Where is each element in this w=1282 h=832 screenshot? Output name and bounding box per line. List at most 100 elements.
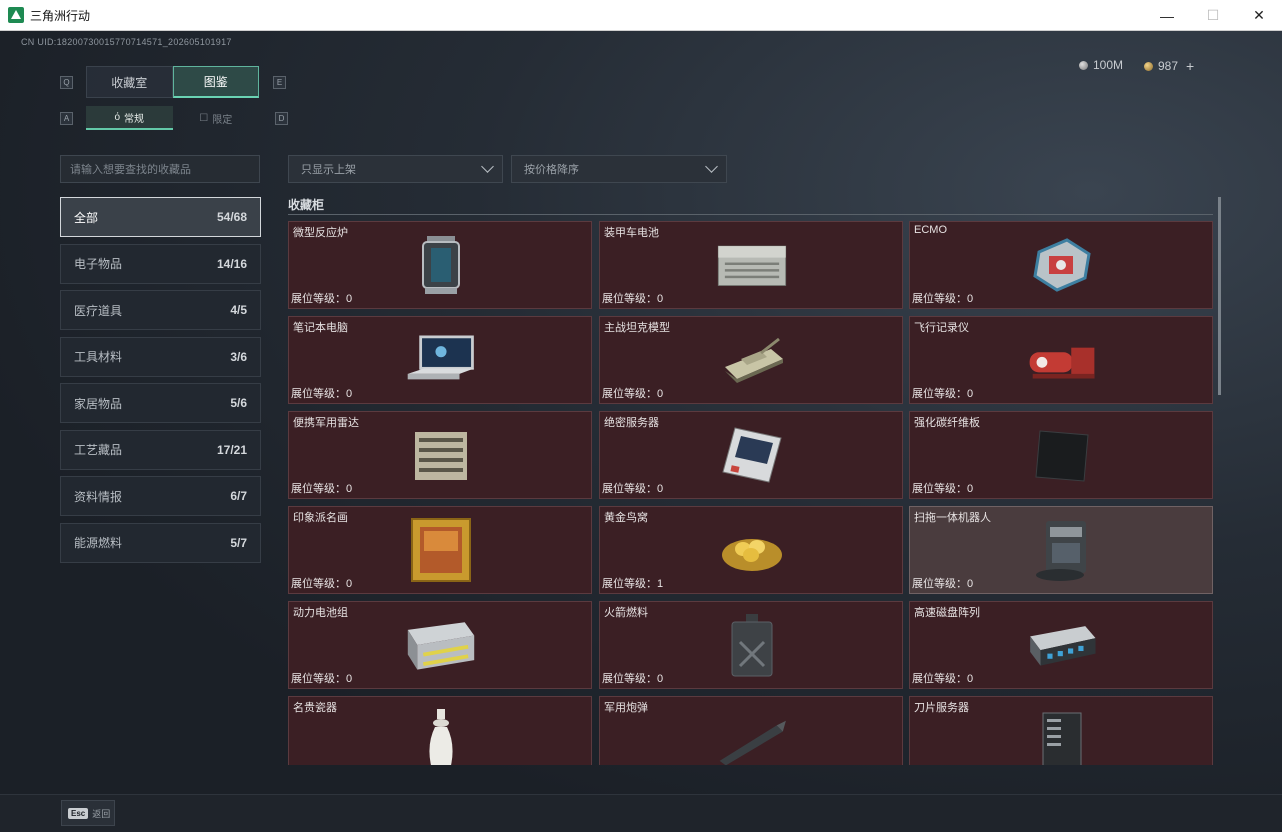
collection-card[interactable]: 笔记本电脑 展位等级：0 (288, 316, 592, 404)
category-item-electronics[interactable]: 电子物品 14/16 (60, 243, 261, 284)
server-board-icon (715, 422, 789, 488)
category-count: 14/16 (216, 256, 247, 271)
item-name: 笔记本电脑 (293, 322, 348, 334)
category-label: 医疗道具 (74, 303, 123, 318)
item-level: 展位等级：0 (912, 578, 974, 590)
collection-card[interactable]: ECMO 展位等级：0 (909, 221, 1213, 309)
item-name: 黄金鸟窝 (604, 512, 648, 524)
scrollbar[interactable] (1218, 197, 1221, 395)
shell-icon (715, 707, 789, 765)
title-bar: 三角洲行动 — ☐ ✕ (0, 0, 1282, 31)
collection-card[interactable]: 名贵瓷器 (288, 696, 592, 765)
category-item-crafts[interactable]: 工艺藏品 17/21 (60, 429, 261, 470)
radar-icon (404, 422, 478, 488)
item-name: 名贵瓷器 (293, 702, 337, 714)
collection-card[interactable]: 微型反应炉 展位等级：0 (288, 221, 592, 309)
tank-icon (715, 327, 789, 393)
sort-dropdown[interactable]: 按价格降序 (511, 155, 727, 183)
category-count: 6/7 (230, 489, 247, 503)
silver-coin-icon (1079, 60, 1088, 70)
category-item-medical[interactable]: 医疗道具 4/5 (60, 290, 261, 330)
category-label: 工艺藏品 (74, 443, 123, 457)
category-item-all[interactable]: 全部 54/68 (60, 197, 261, 237)
item-level: 展位等级：0 (602, 293, 664, 305)
collection-card[interactable]: 黄金鸟窝 展位等级：1 (599, 506, 903, 594)
maximize-button[interactable]: ☐ (1190, 0, 1236, 31)
search-input[interactable]: 请输入想要查找的收藏品 (60, 155, 260, 183)
item-name: 动力电池组 (293, 607, 348, 619)
collection-grid: 微型反应炉 展位等级：0 装甲车电池 展位等级：0 ECMO 展位等级：0 笔记… (288, 221, 1214, 765)
laptop-icon (404, 327, 478, 393)
category-list: 全部 54/68 电子物品 14/16 医疗道具 4/5 工具材料 3/6 家居… (60, 197, 261, 569)
category-count: 5/7 (230, 535, 247, 550)
collection-card[interactable]: 主战坦克模型 展位等级：0 (599, 316, 903, 404)
item-name: 扫拖一体机器人 (914, 512, 991, 524)
collection-card[interactable]: 扫拖一体机器人 展位等级：0 (909, 506, 1213, 594)
collection-card[interactable]: 刀片服务器 (909, 696, 1213, 765)
category-item-household[interactable]: 家居物品 5/6 (60, 383, 261, 423)
collection-card[interactable]: 印象派名画 展位等级：0 (288, 506, 592, 594)
category-label: 家居物品 (74, 396, 123, 411)
item-name: 装甲车电池 (604, 227, 659, 239)
item-level: 展位等级：0 (291, 673, 353, 685)
flight-recorder-icon (1025, 327, 1099, 393)
limited-icon: ☐ (199, 112, 209, 124)
shelf-filter-dropdown[interactable]: 只显示上架 (288, 155, 503, 183)
gold-amount: 987 (1158, 59, 1179, 73)
category-count: 54/68 (216, 210, 247, 224)
category-label: 电子物品 (74, 257, 123, 271)
tab-collection-room[interactable]: 收藏室 (86, 66, 173, 98)
item-level: 展位等级：0 (291, 388, 353, 400)
collection-card[interactable]: 装甲车电池 展位等级：0 (599, 221, 903, 309)
item-name: 强化碳纤维板 (914, 417, 980, 429)
battery-pack-icon (404, 612, 478, 678)
subtab-limited[interactable]: ☐ 限定 (173, 106, 260, 130)
sub-tabs: ό 常规 ☐ 限定 (86, 106, 259, 130)
item-level: 展位等级：0 (291, 483, 353, 495)
back-button[interactable]: Esc 返回 (61, 800, 115, 826)
collection-card[interactable]: 绝密服务器 展位等级：0 (599, 411, 903, 499)
reactor-icon (404, 232, 478, 298)
collection-card[interactable]: 便携军用雷达 展位等级：0 (288, 411, 592, 499)
disk-array-icon (1025, 612, 1099, 678)
item-name: 刀片服务器 (914, 702, 969, 714)
carbon-plate-icon (1025, 422, 1099, 488)
tab-catalog[interactable]: 图鉴 (172, 66, 259, 98)
collection-card[interactable]: 飞行记录仪 展位等级：0 (909, 316, 1213, 404)
collection-card[interactable]: 军用炮弹 (599, 696, 903, 765)
item-name: 火箭燃料 (604, 607, 648, 619)
item-level: 展位等级：0 (912, 293, 974, 305)
category-label: 工具材料 (74, 350, 123, 364)
collection-card[interactable]: 动力电池组 展位等级：0 (288, 601, 592, 689)
blade-server-icon (1025, 707, 1099, 765)
close-button[interactable]: ✕ (1236, 0, 1282, 31)
chevron-down-icon (481, 160, 494, 173)
window-controls: — ☐ ✕ (1144, 0, 1282, 31)
ecmo-icon (1025, 232, 1099, 298)
collection-card[interactable]: 强化碳纤维板 展位等级：0 (909, 411, 1213, 499)
flame-icon: ό (114, 111, 121, 123)
add-currency-button[interactable]: + (1186, 58, 1194, 74)
collection-card[interactable]: 火箭燃料 展位等级：0 (599, 601, 903, 689)
uid-label: CN UID:18200730015770714571_202605101917 (21, 37, 232, 47)
section-title: 收藏柜 (288, 198, 325, 212)
sort-value: 按价格降序 (524, 164, 579, 176)
back-label: 返回 (92, 808, 111, 819)
collection-card[interactable]: 高速磁盘阵列 展位等级：0 (909, 601, 1213, 689)
item-level: 展位等级：0 (602, 483, 664, 495)
item-name: 绝密服务器 (604, 417, 659, 429)
category-item-energy[interactable]: 能源燃料 5/7 (60, 522, 261, 563)
bottom-bar: Esc 返回 (0, 794, 1282, 832)
key-hint-e: E (273, 76, 286, 89)
battery-icon (715, 232, 789, 298)
section-divider (288, 214, 1213, 215)
category-count: 4/5 (230, 303, 247, 317)
golden-nest-icon (715, 517, 789, 583)
category-item-tools[interactable]: 工具材料 3/6 (60, 336, 261, 377)
item-name: 高速磁盘阵列 (914, 607, 980, 619)
chevron-down-icon (705, 160, 718, 173)
minimize-button[interactable]: — (1144, 0, 1190, 31)
subtab-regular[interactable]: ό 常规 (86, 106, 173, 130)
category-item-intel[interactable]: 资料情报 6/7 (60, 476, 261, 516)
app-logo-icon (8, 7, 24, 23)
